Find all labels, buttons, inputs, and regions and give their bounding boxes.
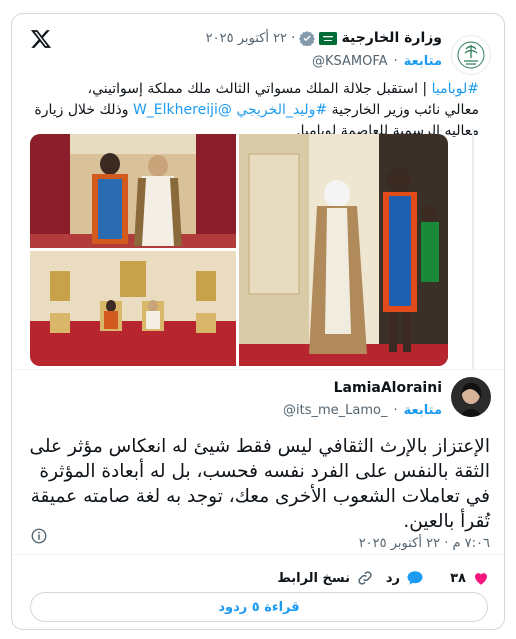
reply-action[interactable]: رد <box>386 567 424 589</box>
tweet-text-line: وذلك خلال زيارة <box>34 102 133 118</box>
reply-timestamp[interactable]: ٧:٠٦ م · ٢٢ أكتوبر ٢٠٢٥ <box>359 536 490 551</box>
tweet-text-line: | استقبل جلالة الملك مسواتي الثالث ملك م… <box>87 81 432 97</box>
divider <box>12 369 504 370</box>
thread-line <box>472 129 474 369</box>
reply-author-name[interactable]: LamiaAloraini <box>334 380 442 396</box>
handle-line: متابعة · @KSAMOFA <box>312 54 442 69</box>
reply-text: الإعتزاز بالإرث الثقافي ليس فقط شيئ له ا… <box>29 436 490 532</box>
photo-grid <box>30 134 448 366</box>
read-replies-button[interactable]: قراءة ٥ ردود <box>30 592 488 622</box>
info-icon[interactable] <box>30 527 48 545</box>
link-icon <box>358 571 372 585</box>
tweet-text-line: معالي نائب وزير الخارجية <box>327 102 479 118</box>
copy-link-label: نسخ الرابط <box>277 570 350 586</box>
saudi-flag-icon <box>319 31 338 45</box>
photo-handshake[interactable] <box>239 134 448 366</box>
hashtag-link[interactable]: #لوباميا <box>432 81 479 97</box>
separator: · <box>291 30 296 46</box>
reply-handle-line: متابعة · @its_me_Lamo_ <box>283 403 442 418</box>
reply-bubble-icon <box>407 571 423 585</box>
avatar[interactable] <box>451 35 491 75</box>
post-date[interactable]: ٢٢ أكتوبر ٢٠٢٥ <box>206 31 287 46</box>
ministry-logo-icon <box>457 41 485 69</box>
likes-count: ٣٨ <box>450 570 466 586</box>
separator: · <box>393 403 398 418</box>
follow-button[interactable]: متابعة <box>404 403 442 418</box>
mention-link[interactable]: @W_Elkhereiji <box>133 102 236 118</box>
separator: · <box>393 54 398 69</box>
photo-seated-hall[interactable] <box>30 251 236 366</box>
hashtag-link[interactable]: #وليد_الخريجي <box>236 102 327 118</box>
follow-button[interactable]: متابعة <box>404 54 442 69</box>
author-line: وزارة الخارجية · ٢٢ أكتوبر ٢٠٢٥ <box>206 30 442 46</box>
avatar[interactable] <box>451 377 491 417</box>
photo-meeting-standing[interactable] <box>30 134 236 248</box>
divider <box>12 554 504 555</box>
reply-author-handle[interactable]: @its_me_Lamo_ <box>283 403 387 418</box>
tweet-text: #لوباميا | استقبل جلالة الملك مسواتي الث… <box>34 79 479 142</box>
copy-link-action[interactable]: نسخ الرابط <box>277 567 374 589</box>
x-logo-icon[interactable] <box>30 28 52 50</box>
author-name[interactable]: وزارة الخارجية <box>341 30 442 46</box>
author-handle[interactable]: @KSAMOFA <box>312 54 388 69</box>
like-action[interactable]: ٣٨ <box>450 567 490 589</box>
verified-badge-icon <box>299 31 316 46</box>
tweet-card: وزارة الخارجية · ٢٢ أكتوبر ٢٠٢٥ متابعة ·… <box>11 13 505 630</box>
heart-icon <box>475 573 487 585</box>
reply-label: رد <box>385 570 400 586</box>
